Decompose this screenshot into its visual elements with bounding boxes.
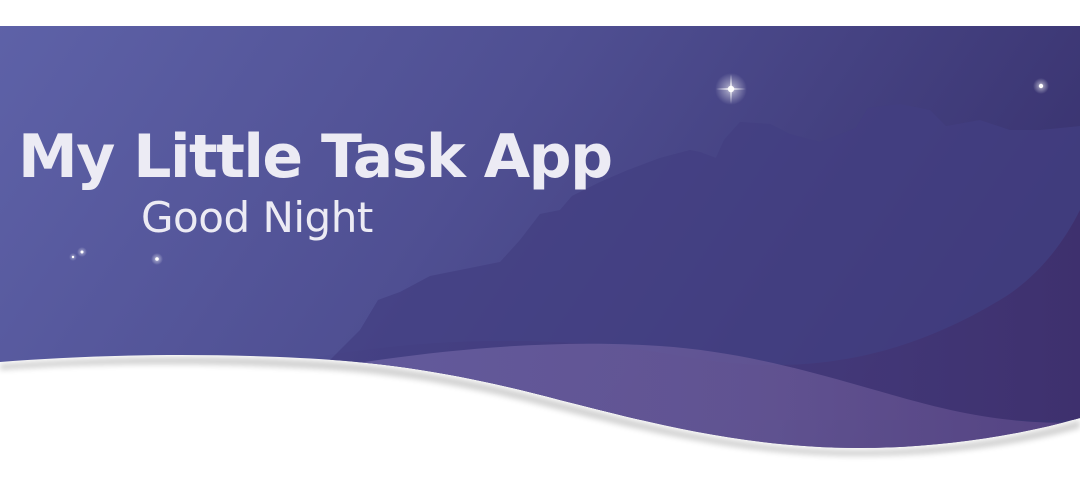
small-star-icon	[1033, 78, 1049, 94]
bright-star-icon	[715, 73, 747, 105]
night-sky-banner	[0, 26, 1080, 456]
small-star-icon	[151, 253, 163, 265]
small-star-icon	[69, 253, 77, 261]
app-page: My Little Task App Good Night	[0, 0, 1080, 482]
small-star-icon	[77, 247, 87, 257]
